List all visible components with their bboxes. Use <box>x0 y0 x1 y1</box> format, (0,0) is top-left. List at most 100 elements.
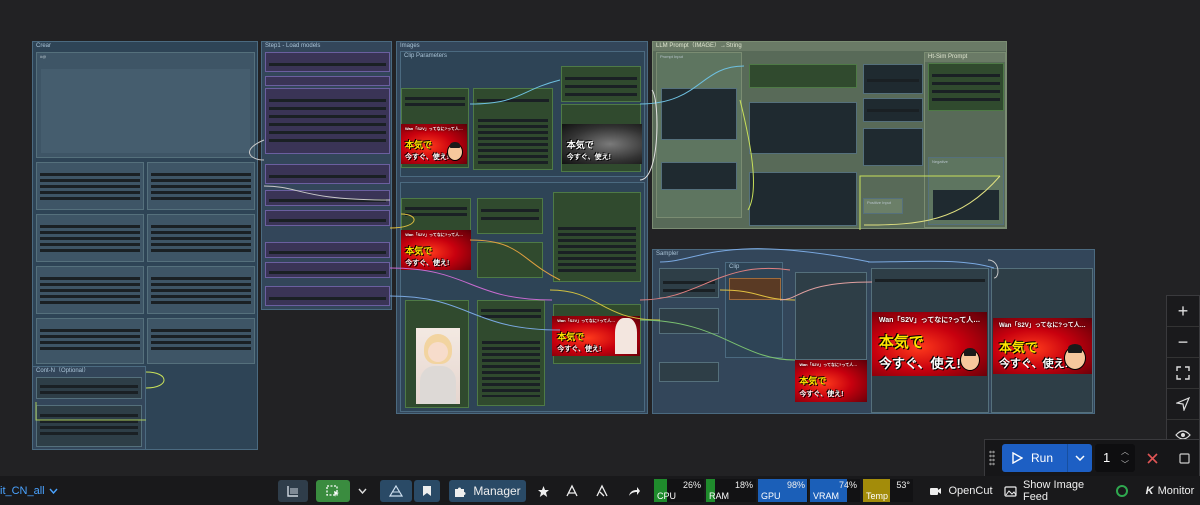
node[interactable] <box>928 63 1004 111</box>
batch-count-value: 1 <box>1103 450 1111 465</box>
zoom-out-button[interactable]: − <box>1167 327 1199 358</box>
node[interactable] <box>749 172 857 226</box>
zoom-in-button[interactable]: + <box>1167 296 1199 327</box>
node[interactable] <box>265 190 390 206</box>
workflow-tab[interactable]: it_CN_all <box>0 483 58 499</box>
manager-button[interactable]: Manager <box>449 480 526 502</box>
fit-view-button[interactable] <box>1167 358 1199 389</box>
meter-value: 74% <box>838 480 857 490</box>
node[interactable] <box>659 268 719 298</box>
fit-view-icon <box>1176 366 1190 380</box>
stepper-up-icon[interactable]: ︿ <box>1121 446 1129 457</box>
bookmark-button[interactable] <box>414 480 440 502</box>
node[interactable] <box>473 88 553 170</box>
node[interactable] <box>863 128 923 166</box>
gpu-meter: GPU 98% <box>758 479 808 502</box>
node[interactable] <box>477 198 543 234</box>
monitor-button[interactable]: K Monitor <box>1140 480 1200 502</box>
opencut-button[interactable]: OpenCut <box>926 480 996 502</box>
group-ht-sim-prompt[interactable]: Ht-Sim Prompt Negative <box>924 52 1006 228</box>
workflow-button[interactable] <box>380 480 412 502</box>
node[interactable] <box>863 64 923 94</box>
selection-options-button[interactable] <box>352 480 372 502</box>
node[interactable] <box>265 210 390 226</box>
node[interactable] <box>36 377 142 399</box>
meter-value: 18% <box>734 480 753 490</box>
group-title: Crear <box>36 43 52 49</box>
node[interactable] <box>661 88 737 140</box>
feed-status-icon[interactable] <box>1116 485 1128 497</box>
node[interactable] <box>553 192 641 282</box>
run-mode-dropdown[interactable] <box>1067 444 1092 472</box>
node[interactable] <box>729 278 781 300</box>
favorites-button[interactable] <box>532 480 554 502</box>
node[interactable] <box>36 266 144 314</box>
node-title: #@ <box>40 54 47 59</box>
stepper-down-icon[interactable]: ﹀ <box>1121 459 1129 470</box>
node[interactable] <box>147 266 255 314</box>
minus-icon: − <box>1177 331 1189 352</box>
tool-icon <box>566 484 578 497</box>
monitor-icon: K <box>1145 485 1154 497</box>
node[interactable] <box>36 405 142 447</box>
meter-label: RAM <box>709 491 729 501</box>
node[interactable] <box>265 242 390 258</box>
navigate-icon <box>1176 397 1190 411</box>
node[interactable] <box>795 272 867 360</box>
node[interactable] <box>147 214 255 262</box>
stop-queue-button[interactable] <box>1173 444 1195 472</box>
canvas-view-controls: + − <box>1166 295 1200 451</box>
node[interactable] <box>265 88 390 154</box>
run-label: Run <box>1031 451 1054 465</box>
node[interactable] <box>265 52 390 72</box>
workflow-icon <box>389 485 403 497</box>
meter-label: CPU <box>657 491 677 501</box>
navigate-button[interactable] <box>1167 389 1199 420</box>
drag-handle[interactable] <box>989 450 995 466</box>
plus-icon: + <box>1177 300 1189 321</box>
node-canvas[interactable]: Crear #@ Cont-N（Optional） Step1 - Load m… <box>0 0 1200 476</box>
group-title: Ht-Sim Prompt <box>925 53 1005 62</box>
selection-tool-button[interactable] <box>316 480 350 502</box>
meter-label: VRAM <box>813 491 840 501</box>
node[interactable] <box>477 242 543 278</box>
batch-count-input[interactable]: 1 ︿ ﹀ <box>1095 444 1135 472</box>
node[interactable] <box>561 66 641 102</box>
node-tool-button[interactable] <box>560 480 584 502</box>
node[interactable] <box>661 162 737 190</box>
node[interactable] <box>265 76 390 86</box>
node[interactable]: Positive Input <box>863 198 903 214</box>
node[interactable] <box>265 262 390 278</box>
node[interactable] <box>36 162 144 210</box>
group-cont-n[interactable]: Cont-N（Optional） <box>32 366 146 450</box>
node[interactable] <box>477 300 545 406</box>
share-button[interactable] <box>622 480 646 502</box>
group-title: Clip Parameters <box>404 53 448 59</box>
node[interactable] <box>36 214 144 262</box>
node[interactable] <box>147 318 255 364</box>
meter-value: 98% <box>786 480 805 490</box>
run-panel: Run 1 ︿ ﹀ <box>984 439 1200 477</box>
node-title: Positive Input <box>867 200 892 205</box>
show-image-feed-button[interactable]: Show Image Feed <box>1004 479 1112 503</box>
run-button[interactable]: Run <box>1002 444 1074 472</box>
node[interactable] <box>147 162 255 210</box>
node-tool-button-2[interactable] <box>590 480 614 502</box>
node[interactable]: Negative <box>928 157 1004 225</box>
node[interactable] <box>36 318 144 364</box>
group-clip[interactable]: Clip <box>725 262 783 358</box>
node[interactable] <box>265 164 390 184</box>
bottom-toolbar: it_CN_all Manager CPU 26% RAM 18% GPU 98… <box>0 476 1200 505</box>
bookmark-icon <box>423 486 431 496</box>
node[interactable]: #@ <box>36 52 255 158</box>
node[interactable] <box>749 64 857 88</box>
node[interactable] <box>265 286 390 306</box>
group-load-models[interactable]: Step1 - Load models <box>261 41 392 310</box>
vram-meter: VRAM 74% <box>810 479 860 502</box>
node[interactable] <box>659 308 719 334</box>
cancel-run-button[interactable] <box>1141 444 1163 472</box>
node[interactable] <box>749 102 857 154</box>
node[interactable] <box>659 362 719 382</box>
queue-panel-button[interactable] <box>278 480 308 502</box>
node[interactable] <box>863 98 923 122</box>
